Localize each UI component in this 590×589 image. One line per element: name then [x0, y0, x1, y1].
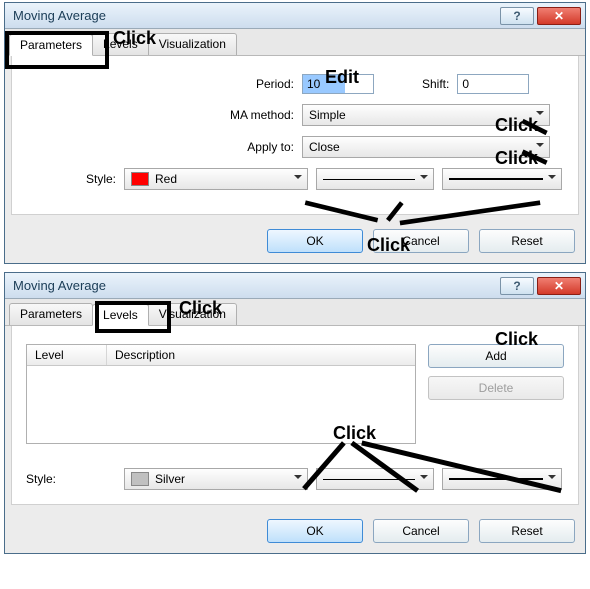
close-button[interactable]: ✕ [537, 277, 581, 295]
line-dash-icon [323, 479, 415, 480]
levels-table-header: Level Description [27, 345, 415, 366]
dialog-moving-average-parameters: Click Edit Click Click Click Moving Aver… [4, 2, 586, 264]
row-style: Style: Red [26, 168, 564, 190]
col-level-header[interactable]: Level [27, 345, 107, 365]
label-style: Style: [26, 172, 116, 186]
line-style-select[interactable] [316, 468, 434, 490]
row-mamethod: MA method: Simple [26, 104, 564, 126]
tabbar: Parameters Levels Visualization [5, 29, 585, 56]
help-icon: ? [513, 9, 520, 23]
ok-button[interactable]: OK [267, 229, 363, 253]
add-button[interactable]: Add [428, 344, 564, 368]
help-button[interactable]: ? [500, 7, 534, 25]
label-period: Period: [26, 77, 294, 91]
close-icon: ✕ [554, 9, 564, 23]
line-style-select[interactable] [316, 168, 434, 190]
cancel-button[interactable]: Cancel [373, 229, 469, 253]
levels-table[interactable]: Level Description [26, 344, 416, 444]
reset-button[interactable]: Reset [479, 519, 575, 543]
close-icon: ✕ [554, 279, 564, 293]
ok-button[interactable]: OK [267, 519, 363, 543]
line-width-icon [449, 478, 543, 480]
titlebar: Moving Average ? ✕ [5, 3, 585, 29]
close-button[interactable]: ✕ [537, 7, 581, 25]
color-select[interactable]: Red [124, 168, 308, 190]
label-shift: Shift: [422, 77, 449, 91]
tabbar: Parameters Levels Visualization [5, 299, 585, 326]
delete-button: Delete [428, 376, 564, 400]
help-icon: ? [513, 279, 520, 293]
tab-levels[interactable]: Levels [92, 33, 149, 55]
applyto-select[interactable]: Close [302, 136, 550, 158]
period-input[interactable] [302, 74, 374, 94]
mamethod-value: Simple [309, 108, 346, 122]
help-button[interactable]: ? [500, 277, 534, 295]
tab-visualization[interactable]: Visualization [148, 303, 237, 325]
button-row: OK Cancel Reset [5, 221, 585, 263]
label-applyto: Apply to: [26, 140, 294, 154]
levels-wrap: Level Description Add Delete [26, 344, 564, 444]
levels-side-buttons: Add Delete [428, 344, 564, 444]
line-width-select[interactable] [442, 468, 562, 490]
row-style: Style: Silver [26, 468, 564, 490]
tab-levels[interactable]: Levels [92, 304, 149, 326]
window-title: Moving Average [13, 8, 497, 23]
line-width-icon [449, 178, 543, 180]
row-period-shift: Period: Shift: [26, 74, 564, 94]
color-name: Silver [155, 472, 185, 486]
reset-button[interactable]: Reset [479, 229, 575, 253]
shift-input[interactable] [457, 74, 529, 94]
tab-visualization[interactable]: Visualization [148, 33, 237, 55]
col-description-header[interactable]: Description [107, 345, 415, 365]
titlebar: Moving Average ? ✕ [5, 273, 585, 299]
button-row: OK Cancel Reset [5, 511, 585, 553]
color-swatch-icon [131, 172, 149, 186]
line-width-select[interactable] [442, 168, 562, 190]
dialog-moving-average-levels: Click Click Click Moving Average ? ✕ Par… [4, 272, 586, 554]
color-swatch-icon [131, 472, 149, 486]
label-mamethod: MA method: [26, 108, 294, 122]
color-name: Red [155, 172, 177, 186]
panel-levels: Level Description Add Delete Style: Silv… [11, 326, 579, 505]
applyto-value: Close [309, 140, 340, 154]
window-title: Moving Average [13, 278, 497, 293]
color-select[interactable]: Silver [124, 468, 308, 490]
cancel-button[interactable]: Cancel [373, 519, 469, 543]
tab-parameters[interactable]: Parameters [9, 34, 93, 56]
line-dash-icon [323, 179, 415, 180]
label-style: Style: [26, 472, 116, 486]
row-applyto: Apply to: Close [26, 136, 564, 158]
mamethod-select[interactable]: Simple [302, 104, 550, 126]
panel-parameters: Period: Shift: MA method: Simple Apply t… [11, 56, 579, 215]
tab-parameters[interactable]: Parameters [9, 303, 93, 325]
